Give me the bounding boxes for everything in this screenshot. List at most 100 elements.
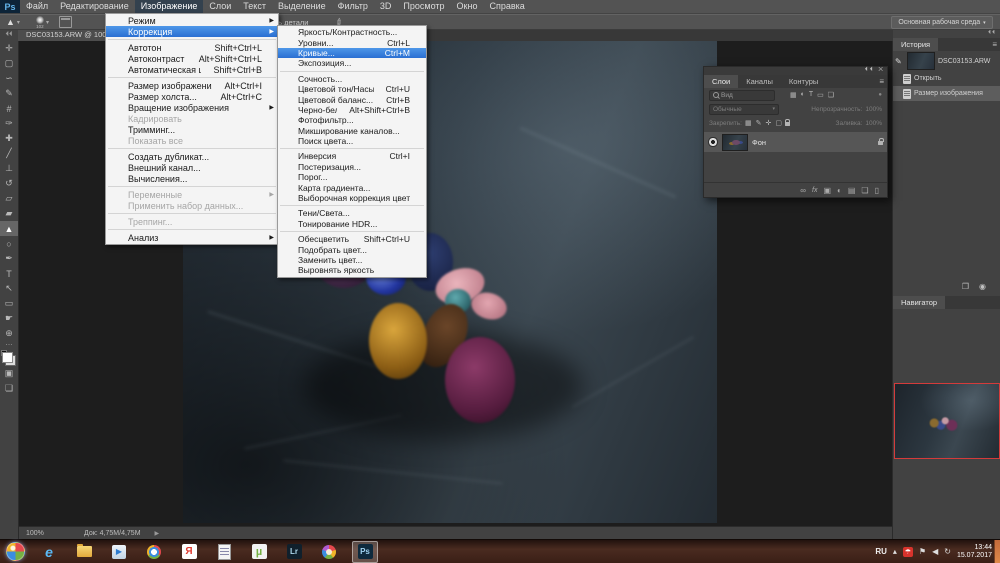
history-step[interactable]: Размер изображения: [893, 86, 1000, 101]
menu-item[interactable]: Уровни...Ctrl+L: [278, 37, 426, 47]
dock-collapse-icon[interactable]: ⏴⏴: [988, 30, 996, 37]
menu-item[interactable]: Микширование каналов...: [278, 126, 426, 136]
lock-artboard-icon[interactable]: ▢: [775, 119, 782, 127]
new-layer-icon[interactable]: ❏: [861, 186, 868, 195]
menubar-item[interactable]: Редактирование: [54, 0, 135, 13]
toggle-brush-panel-icon[interactable]: [59, 16, 72, 28]
marquee-tool-icon[interactable]: ▢: [0, 56, 18, 71]
menu-item[interactable]: Экспозиция...: [278, 58, 426, 68]
menu-item[interactable]: Фотофильтр...: [278, 115, 426, 125]
menu-item[interactable]: Цветовой тон/Насыщенность...Ctrl+U: [278, 84, 426, 94]
layer-mask-icon[interactable]: ▣: [823, 186, 831, 195]
internet-explorer-icon[interactable]: e: [37, 542, 61, 562]
menu-item[interactable]: Режим▶: [106, 15, 278, 26]
menubar-item[interactable]: Изображение: [135, 0, 204, 13]
history-brush-source-icon[interactable]: ✎: [895, 57, 904, 66]
language-indicator[interactable]: RU: [875, 547, 887, 556]
paint-icon[interactable]: [317, 542, 341, 562]
tab-channels[interactable]: Каналы: [738, 75, 781, 88]
panel-collapse-icon[interactable]: ⏴⏴: [865, 67, 875, 73]
lock-all-icon[interactable]: [785, 122, 790, 126]
menu-item[interactable]: Сочность...: [278, 74, 426, 84]
menu-item[interactable]: Размер холста...Alt+Ctrl+C: [106, 91, 278, 102]
dodge-tool-icon[interactable]: ○: [0, 236, 18, 251]
healing-brush-tool-icon[interactable]: ✚: [0, 131, 18, 146]
delete-layer-icon[interactable]: ▯: [875, 186, 879, 195]
menu-item[interactable]: Внешний канал...: [106, 162, 278, 173]
tab-navigator[interactable]: Навигатор: [893, 296, 945, 309]
menu-item[interactable]: Карта градиента...: [278, 182, 426, 192]
yandex-browser-icon[interactable]: Я: [177, 542, 201, 562]
gradient-tool-icon[interactable]: ▰: [0, 206, 18, 221]
pixel-layer-filter-icon[interactable]: ▦: [790, 91, 797, 99]
status-options-arrow-icon[interactable]: ▶: [155, 530, 160, 537]
layer-row-background[interactable]: Фон: [704, 132, 887, 152]
lock-position-icon[interactable]: ✛: [765, 119, 771, 127]
menu-item[interactable]: Анализ▶: [106, 232, 278, 243]
menubar-item[interactable]: Фильтр: [332, 0, 374, 13]
collapsed-camera-raw-icon[interactable]: ◉: [979, 282, 986, 294]
menu-item[interactable]: Вращение изображения▶: [106, 102, 278, 113]
layer-visibility-eye-icon[interactable]: [708, 137, 718, 147]
layer-filter-field[interactable]: Вид: [709, 90, 775, 101]
tab-layers[interactable]: Слои: [704, 75, 738, 88]
menu-item[interactable]: Заменить цвет...: [278, 255, 426, 265]
menubar-item[interactable]: Справка: [483, 0, 530, 13]
shape-layer-filter-icon[interactable]: ▭: [817, 91, 824, 99]
more-tools-icon[interactable]: ⋯: [0, 341, 18, 349]
layers-panel-menu-icon[interactable]: ≡: [879, 77, 884, 86]
move-tool-icon[interactable]: ✛: [0, 41, 18, 56]
type-tool-icon[interactable]: T: [0, 266, 18, 281]
menu-item[interactable]: Автоматическая цветовая коррекцияShift+C…: [106, 64, 278, 75]
tab-paths[interactable]: Контуры: [781, 75, 826, 88]
menu-item[interactable]: АвтотонShift+Ctrl+L: [106, 42, 278, 53]
quick-mask-icon[interactable]: ▣: [0, 366, 18, 381]
menubar-item[interactable]: Выделение: [272, 0, 332, 13]
menubar-item[interactable]: Просмотр: [397, 0, 450, 13]
photoshop-logo[interactable]: Ps: [0, 0, 20, 13]
menu-item[interactable]: Кривые...Ctrl+M: [278, 48, 426, 58]
menu-item[interactable]: Выровнять яркость: [278, 265, 426, 275]
action-center-flag-icon[interactable]: ⚑: [919, 547, 926, 556]
photoshop-icon[interactable]: Ps: [352, 541, 378, 563]
eraser-tool-icon[interactable]: ▱: [0, 191, 18, 206]
layers-panel-titlebar[interactable]: ⏴⏴ ✕: [704, 67, 887, 75]
color-swatches[interactable]: [2, 352, 16, 366]
crop-tool-icon[interactable]: #: [0, 101, 18, 116]
opacity-value[interactable]: 100%: [865, 106, 882, 113]
eyedropper-tool-icon[interactable]: ✑: [0, 116, 18, 131]
blend-mode-select[interactable]: Обычные ▾: [709, 104, 779, 115]
history-step[interactable]: ✎DSC03153.ARW: [893, 51, 1000, 71]
menubar-item[interactable]: Файл: [20, 0, 54, 13]
workspace-switcher[interactable]: Основная рабочая среда ▾: [891, 16, 993, 29]
adjustment-layer-filter-icon[interactable]: ◐: [801, 91, 805, 99]
clock[interactable]: 13:44 15.07.2017: [957, 544, 992, 560]
menubar-item[interactable]: Слои: [203, 0, 237, 13]
menu-item[interactable]: Черно-белое...Alt+Shift+Ctrl+B: [278, 105, 426, 115]
menu-item[interactable]: Коррекция▶: [106, 26, 278, 37]
history-panel-menu-icon[interactable]: ≡: [992, 40, 997, 49]
menu-item[interactable]: Порог...: [278, 172, 426, 182]
toolbar-collapse-icon[interactable]: ⏴⏴: [0, 29, 18, 41]
menubar-item[interactable]: Окно: [451, 0, 484, 13]
menubar-item[interactable]: 3D: [374, 0, 398, 13]
notepad-icon[interactable]: [212, 542, 236, 562]
chrome-icon[interactable]: [142, 542, 166, 562]
hand-tool-icon[interactable]: ☛: [0, 311, 18, 326]
lock-pixels-icon[interactable]: ✎: [756, 119, 762, 127]
menubar-item[interactable]: Текст: [237, 0, 272, 13]
menu-item[interactable]: Вычисления...: [106, 173, 278, 184]
volume-icon[interactable]: ◀: [932, 547, 938, 556]
smart-object-filter-icon[interactable]: ❏: [828, 91, 834, 99]
history-step[interactable]: Открыть: [893, 71, 1000, 86]
quick-selection-tool-icon[interactable]: ✎: [0, 86, 18, 101]
history-brush-tool-icon[interactable]: ↺: [0, 176, 18, 191]
tool-preset-picker[interactable]: ▲ ▾: [6, 17, 20, 27]
clone-stamp-tool-icon[interactable]: ⊥: [0, 161, 18, 176]
menu-item[interactable]: Размер изображения...Alt+Ctrl+I: [106, 80, 278, 91]
lightroom-icon[interactable]: Lr: [282, 542, 306, 562]
menu-item[interactable]: ОбесцветитьShift+Ctrl+U: [278, 234, 426, 244]
layer-thumbnail[interactable]: [722, 134, 748, 151]
menu-item[interactable]: Поиск цвета...: [278, 136, 426, 146]
menu-item[interactable]: Цветовой баланс...Ctrl+B: [278, 94, 426, 104]
